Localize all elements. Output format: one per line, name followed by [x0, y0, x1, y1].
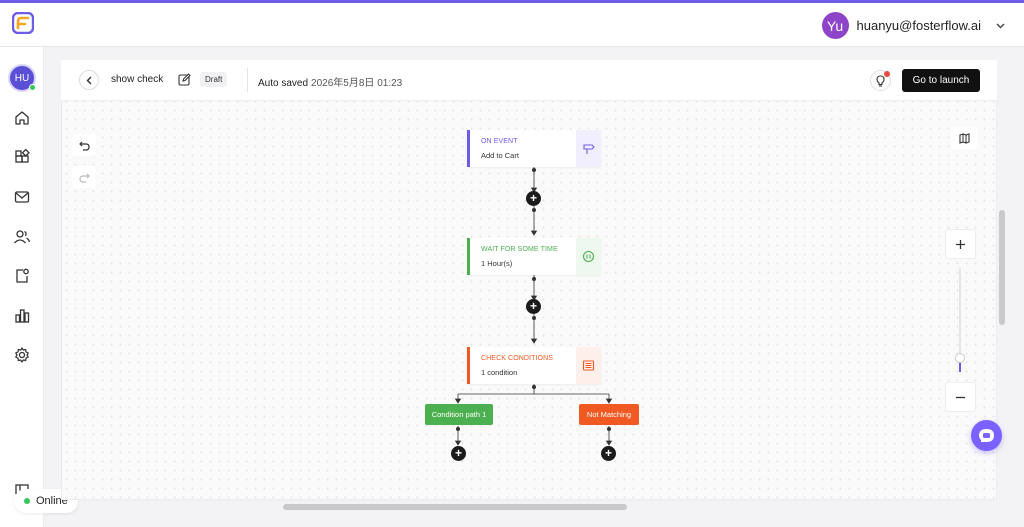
node-accent-bar — [467, 347, 470, 384]
node-title: CHECK CONDITIONS — [481, 355, 553, 362]
on-event-node[interactable]: ON EVENT Add to Cart — [467, 130, 601, 167]
check-conditions-node[interactable]: CHECK CONDITIONS 1 condition — [467, 347, 601, 384]
add-step-button[interactable]: + — [526, 299, 541, 314]
chat-icon — [979, 429, 994, 442]
wait-node[interactable]: WAIT FOR SOME TIME 1 Hour(s) — [467, 238, 601, 275]
node-subtitle: 1 Hour(s) — [481, 259, 513, 268]
node-accent-bar — [467, 130, 470, 167]
node-title: ON EVENT — [481, 138, 518, 145]
add-step-button[interactable]: + — [601, 446, 616, 461]
node-accent-bar — [467, 238, 470, 275]
condition-path-branch[interactable]: Condition path 1 — [425, 404, 493, 425]
signpost-icon — [576, 130, 601, 167]
not-matching-branch[interactable]: Not Matching — [579, 404, 639, 425]
node-subtitle: 1 condition — [481, 368, 518, 377]
chat-support-button[interactable] — [971, 420, 1002, 451]
add-step-button[interactable]: + — [451, 446, 466, 461]
pause-icon — [576, 238, 601, 275]
node-subtitle: Add to Cart — [481, 151, 519, 160]
node-title: WAIT FOR SOME TIME — [481, 246, 558, 253]
add-step-button[interactable]: + — [526, 191, 541, 206]
list-icon — [576, 347, 601, 384]
